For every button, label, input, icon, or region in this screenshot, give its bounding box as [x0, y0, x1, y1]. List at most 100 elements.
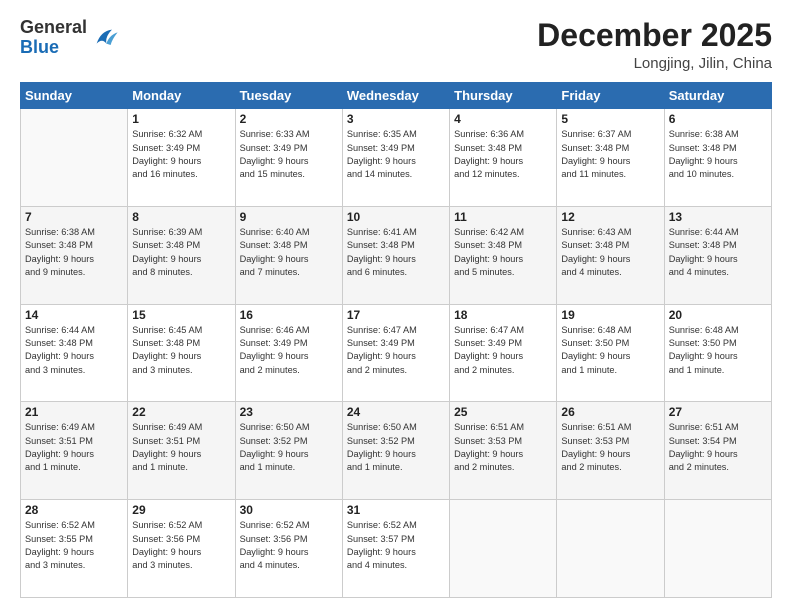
day-info: Sunrise: 6:52 AM Sunset: 3:56 PM Dayligh…	[132, 519, 230, 572]
day-of-week-header: Sunday	[21, 83, 128, 109]
calendar-day-cell	[557, 500, 664, 598]
day-number: 1	[132, 112, 230, 126]
day-number: 17	[347, 308, 445, 322]
day-number: 10	[347, 210, 445, 224]
calendar-week-row: 21 Sunrise: 6:49 AM Sunset: 3:51 PM Dayli…	[21, 402, 772, 500]
day-info: Sunrise: 6:52 AM Sunset: 3:55 PM Dayligh…	[25, 519, 123, 572]
day-number: 23	[240, 405, 338, 419]
day-info: Sunrise: 6:41 AM Sunset: 3:48 PM Dayligh…	[347, 226, 445, 279]
calendar-day-cell: 17 Sunrise: 6:47 AM Sunset: 3:49 PM Dayli…	[342, 304, 449, 402]
calendar-day-cell: 11 Sunrise: 6:42 AM Sunset: 3:48 PM Dayli…	[450, 206, 557, 304]
day-number: 20	[669, 308, 767, 322]
calendar-day-cell: 3Sunrise: 6:35 AM Sunset: 3:49 PM Daylig…	[342, 109, 449, 207]
day-number: 7	[25, 210, 123, 224]
day-number: 5	[561, 112, 659, 126]
calendar-day-cell: 27Sunrise: 6:51 AM Sunset: 3:54 PM Dayli…	[664, 402, 771, 500]
day-info: Sunrise: 6:44 AM Sunset: 3:48 PM Dayligh…	[25, 324, 123, 377]
day-info: Sunrise: 6:51 AM Sunset: 3:53 PM Dayligh…	[454, 421, 552, 474]
day-info: Sunrise: 6:42 AM Sunset: 3:48 PM Dayligh…	[454, 226, 552, 279]
calendar-day-cell: 22Sunrise: 6:49 AM Sunset: 3:51 PM Dayli…	[128, 402, 235, 500]
calendar-day-cell: 26 Sunrise: 6:51 AM Sunset: 3:53 PM Dayli…	[557, 402, 664, 500]
calendar-day-cell: 30Sunrise: 6:52 AM Sunset: 3:56 PM Dayli…	[235, 500, 342, 598]
day-of-week-header: Wednesday	[342, 83, 449, 109]
day-number: 19	[561, 308, 659, 322]
calendar-day-cell: 14 Sunrise: 6:44 AM Sunset: 3:48 PM Dayli…	[21, 304, 128, 402]
logo-general-text: General	[20, 18, 87, 38]
day-info: Sunrise: 6:52 AM Sunset: 3:56 PM Dayligh…	[240, 519, 338, 572]
calendar-day-cell: 6Sunrise: 6:38 AM Sunset: 3:48 PM Daylig…	[664, 109, 771, 207]
day-number: 25	[454, 405, 552, 419]
day-of-week-header: Thursday	[450, 83, 557, 109]
calendar-week-row: 14 Sunrise: 6:44 AM Sunset: 3:48 PM Dayli…	[21, 304, 772, 402]
day-number: 27	[669, 405, 767, 419]
calendar-day-cell	[664, 500, 771, 598]
day-number: 22	[132, 405, 230, 419]
page: General Blue December 2025 Longjing, Jil…	[0, 0, 792, 612]
calendar-day-cell: 19 Sunrise: 6:48 AM Sunset: 3:50 PM Dayli…	[557, 304, 664, 402]
calendar-day-cell	[450, 500, 557, 598]
calendar-day-cell: 12Sunrise: 6:43 AM Sunset: 3:48 PM Dayli…	[557, 206, 664, 304]
logo-blue-text: Blue	[20, 38, 87, 58]
calendar-day-cell: 5Sunrise: 6:37 AM Sunset: 3:48 PM Daylig…	[557, 109, 664, 207]
calendar-day-cell: 18 Sunrise: 6:47 AM Sunset: 3:49 PM Dayli…	[450, 304, 557, 402]
day-info: Sunrise: 6:33 AM Sunset: 3:49 PM Dayligh…	[240, 128, 338, 181]
calendar-day-cell: 24Sunrise: 6:50 AM Sunset: 3:52 PM Dayli…	[342, 402, 449, 500]
day-of-week-header: Tuesday	[235, 83, 342, 109]
day-info: Sunrise: 6:51 AM Sunset: 3:53 PM Dayligh…	[561, 421, 659, 474]
calendar-week-row: 28 Sunrise: 6:52 AM Sunset: 3:55 PM Dayli…	[21, 500, 772, 598]
calendar-day-cell: 20 Sunrise: 6:48 AM Sunset: 3:50 PM Dayli…	[664, 304, 771, 402]
logo-bird-icon	[91, 24, 119, 52]
day-info: Sunrise: 6:50 AM Sunset: 3:52 PM Dayligh…	[240, 421, 338, 474]
calendar-week-row: 1 Sunrise: 6:32 AM Sunset: 3:49 PM Daylig…	[21, 109, 772, 207]
day-info: Sunrise: 6:39 AM Sunset: 3:48 PM Dayligh…	[132, 226, 230, 279]
day-number: 24	[347, 405, 445, 419]
location: Longjing, Jilin, China	[537, 55, 772, 72]
day-info: Sunrise: 6:49 AM Sunset: 3:51 PM Dayligh…	[25, 421, 123, 474]
calendar-header-row: SundayMondayTuesdayWednesdayThursdayFrid…	[21, 83, 772, 109]
day-info: Sunrise: 6:47 AM Sunset: 3:49 PM Dayligh…	[347, 324, 445, 377]
day-number: 29	[132, 503, 230, 517]
calendar-day-cell: 8 Sunrise: 6:39 AM Sunset: 3:48 PM Daylig…	[128, 206, 235, 304]
day-info: Sunrise: 6:38 AM Sunset: 3:48 PM Dayligh…	[25, 226, 123, 279]
day-number: 8	[132, 210, 230, 224]
day-info: Sunrise: 6:47 AM Sunset: 3:49 PM Dayligh…	[454, 324, 552, 377]
calendar-day-cell: 2 Sunrise: 6:33 AM Sunset: 3:49 PM Daylig…	[235, 109, 342, 207]
logo-text: General Blue	[20, 18, 87, 58]
month-title: December 2025	[537, 18, 772, 53]
logo: General Blue	[20, 18, 119, 58]
header: General Blue December 2025 Longjing, Jil…	[20, 18, 772, 72]
day-number: 11	[454, 210, 552, 224]
calendar-table: SundayMondayTuesdayWednesdayThursdayFrid…	[20, 82, 772, 598]
day-number: 16	[240, 308, 338, 322]
calendar-day-cell: 31 Sunrise: 6:52 AM Sunset: 3:57 PM Dayli…	[342, 500, 449, 598]
day-number: 21	[25, 405, 123, 419]
day-number: 4	[454, 112, 552, 126]
day-number: 14	[25, 308, 123, 322]
calendar-day-cell: 9Sunrise: 6:40 AM Sunset: 3:48 PM Daylig…	[235, 206, 342, 304]
day-info: Sunrise: 6:43 AM Sunset: 3:48 PM Dayligh…	[561, 226, 659, 279]
title-block: December 2025 Longjing, Jilin, China	[537, 18, 772, 72]
calendar-week-row: 7 Sunrise: 6:38 AM Sunset: 3:48 PM Daylig…	[21, 206, 772, 304]
calendar-day-cell: 16 Sunrise: 6:46 AM Sunset: 3:49 PM Dayli…	[235, 304, 342, 402]
day-info: Sunrise: 6:38 AM Sunset: 3:48 PM Dayligh…	[669, 128, 767, 181]
day-number: 3	[347, 112, 445, 126]
day-info: Sunrise: 6:45 AM Sunset: 3:48 PM Dayligh…	[132, 324, 230, 377]
day-of-week-header: Saturday	[664, 83, 771, 109]
calendar-day-cell: 25 Sunrise: 6:51 AM Sunset: 3:53 PM Dayli…	[450, 402, 557, 500]
day-info: Sunrise: 6:52 AM Sunset: 3:57 PM Dayligh…	[347, 519, 445, 572]
day-info: Sunrise: 6:32 AM Sunset: 3:49 PM Dayligh…	[132, 128, 230, 181]
day-number: 31	[347, 503, 445, 517]
day-info: Sunrise: 6:46 AM Sunset: 3:49 PM Dayligh…	[240, 324, 338, 377]
day-number: 15	[132, 308, 230, 322]
calendar-day-cell: 23 Sunrise: 6:50 AM Sunset: 3:52 PM Dayli…	[235, 402, 342, 500]
day-number: 28	[25, 503, 123, 517]
day-number: 18	[454, 308, 552, 322]
calendar-day-cell: 13Sunrise: 6:44 AM Sunset: 3:48 PM Dayli…	[664, 206, 771, 304]
calendar-day-cell: 15 Sunrise: 6:45 AM Sunset: 3:48 PM Dayli…	[128, 304, 235, 402]
day-info: Sunrise: 6:48 AM Sunset: 3:50 PM Dayligh…	[561, 324, 659, 377]
day-info: Sunrise: 6:48 AM Sunset: 3:50 PM Dayligh…	[669, 324, 767, 377]
calendar-day-cell: 28 Sunrise: 6:52 AM Sunset: 3:55 PM Dayli…	[21, 500, 128, 598]
day-number: 26	[561, 405, 659, 419]
day-number: 2	[240, 112, 338, 126]
day-info: Sunrise: 6:40 AM Sunset: 3:48 PM Dayligh…	[240, 226, 338, 279]
